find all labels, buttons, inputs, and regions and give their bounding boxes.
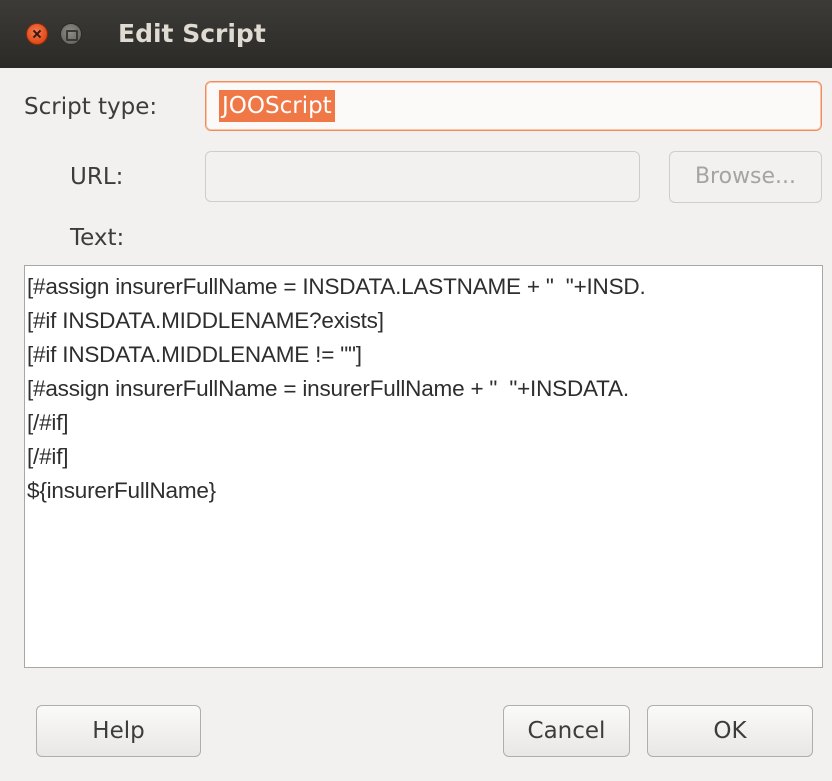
- script-line: [/#if]: [27, 410, 69, 435]
- script-line: [#if INSDATA.MIDDLENAME != ""]: [27, 342, 362, 367]
- close-icon[interactable]: [26, 23, 48, 45]
- script-line: [#assign insurerFullName = INSDATA.LASTN…: [27, 274, 646, 299]
- text-label: Text:: [70, 225, 125, 251]
- script-line: [#if INSDATA.MIDDLENAME?exists]: [27, 308, 384, 333]
- script-type-field[interactable]: JOOScript: [205, 81, 822, 131]
- script-line: [/#if]: [27, 444, 69, 469]
- script-type-label: Script type:: [24, 94, 158, 120]
- script-line: ${insurerFullName}: [27, 478, 216, 503]
- url-label: URL:: [70, 164, 124, 190]
- window-title: Edit Script: [118, 19, 266, 48]
- script-type-value: JOOScript: [219, 90, 335, 122]
- help-button[interactable]: Help: [36, 705, 201, 757]
- cancel-button[interactable]: Cancel: [503, 705, 630, 757]
- ok-button[interactable]: OK: [647, 705, 813, 757]
- url-field[interactable]: [205, 151, 640, 202]
- browse-button[interactable]: Browse...: [669, 151, 822, 203]
- script-line: [#assign insurerFullName = insurerFullNa…: [27, 376, 629, 401]
- script-text-area[interactable]: [#assign insurerFullName = INSDATA.LASTN…: [24, 265, 823, 668]
- title-bar: Edit Script: [0, 0, 832, 68]
- maximize-icon[interactable]: [60, 23, 82, 45]
